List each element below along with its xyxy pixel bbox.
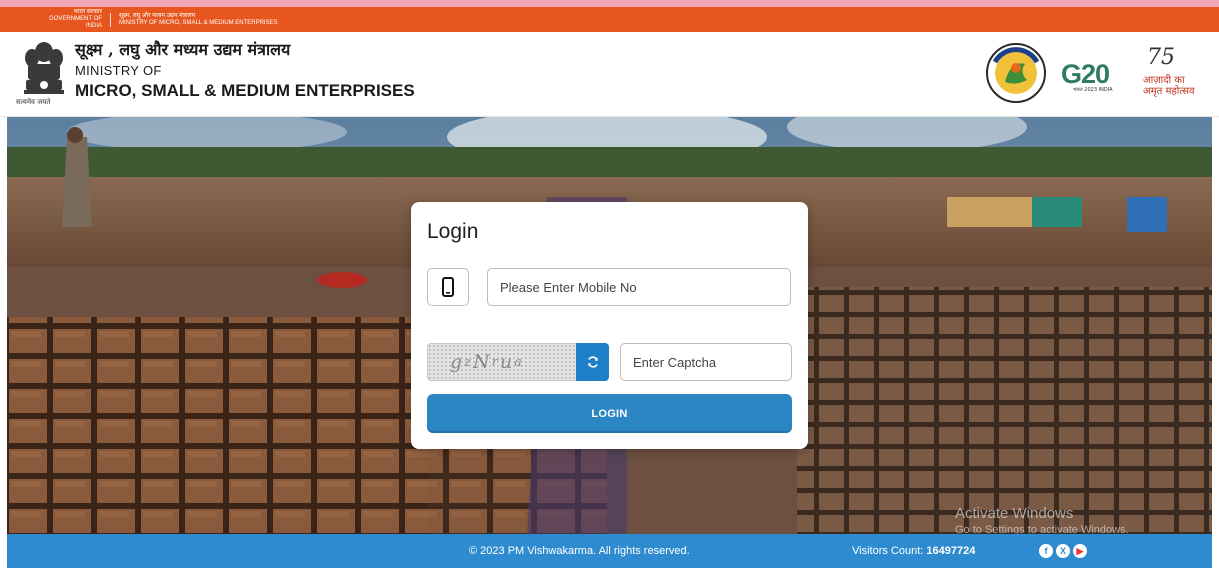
g20-logo-text: G20 <box>1061 59 1110 89</box>
azadi-ka-amrit-mahotsav-logo: 75 आज़ादी का अमृत महोत्सव <box>1137 45 1201 99</box>
emblem-caption: सत्यमेव जयते <box>16 98 51 106</box>
g20-logo-subtext: भारत 2023 INDIA <box>1073 87 1113 93</box>
gov-ministry: सूक्ष्म, लघु और मध्यम उद्यम मंत्रालय MIN… <box>119 13 278 27</box>
captcha-char: a <box>514 354 524 370</box>
gov-bar-divider <box>110 12 111 27</box>
refresh-captcha-button[interactable] <box>576 343 609 381</box>
ministry-title-hindi: सूक्ष्म , लघु और मध्यम उद्यम मंत्रालय <box>75 40 291 59</box>
phone-icon <box>442 277 454 297</box>
social-links: f X ▶ <box>1039 544 1087 558</box>
copyright-text: © 2023 PM Vishwakarma. All rights reserv… <box>469 545 690 557</box>
facebook-icon[interactable]: f <box>1039 544 1053 558</box>
login-card: Login gzNrua LOGIN <box>411 202 808 449</box>
captcha-input[interactable] <box>620 343 792 381</box>
youtube-icon[interactable]: ▶ <box>1073 544 1087 558</box>
gov-ministry-english: MINISTRY OF MICRO, SMALL & MEDIUM ENTERP… <box>119 19 278 26</box>
visitors-count-value: 16497724 <box>926 545 976 557</box>
gov-english-label: GOVERNMENT OF INDIA <box>49 16 102 29</box>
refresh-icon <box>587 356 598 368</box>
azadi-logo-text: आज़ादी का अमृत महोत्सव <box>1143 75 1195 97</box>
mobile-phone-icon <box>427 268 469 306</box>
watermark-title: Activate Windows <box>955 505 1074 522</box>
pm-vishwakarma-logo-icon <box>986 43 1046 103</box>
gov-ministry-hindi: सूक्ष्म, लघु और मध्यम उद्यम मंत्रालय <box>119 12 196 19</box>
gov-of-india: भारत सरकार GOVERNMENT OF INDIA <box>0 9 102 30</box>
site-footer: © 2023 PM Vishwakarma. All rights reserv… <box>7 534 1212 568</box>
mobile-number-input[interactable] <box>487 268 791 306</box>
azadi-logo-number: 75 <box>1147 45 1175 70</box>
login-title: Login <box>427 220 479 243</box>
login-button[interactable]: LOGIN <box>427 394 792 433</box>
activate-windows-watermark: Activate Windows Go to Settings to activ… <box>955 505 1129 536</box>
captcha-char: u <box>499 351 515 373</box>
ministry-of-label: MINISTRY OF <box>75 63 162 78</box>
captcha-char: z <box>464 354 474 370</box>
ministry-title-english: MICRO, SMALL & MEDIUM ENTERPRISES <box>75 81 415 100</box>
government-bar: भारत सरकार GOVERNMENT OF INDIA सूक्ष्म, … <box>0 7 1219 32</box>
top-decorative-strip <box>0 0 1219 7</box>
site-header: सत्यमेव जयते सूक्ष्म , लघु और मध्यम उद्य… <box>0 32 1219 117</box>
gov-hindi-label: भारत सरकार <box>73 9 102 15</box>
captcha-char: r <box>491 354 500 370</box>
header-logos: G20 भारत 2023 INDIA 75 आज़ादी का अमृत मह… <box>985 42 1201 104</box>
captcha-image: gzNrua <box>427 343 577 381</box>
captcha-char: g <box>450 351 465 373</box>
visitors-label: Visitors Count: <box>852 545 924 557</box>
captcha-char: N <box>473 351 492 373</box>
g20-logo: G20 भारत 2023 INDIA <box>1061 53 1123 93</box>
visitors-count: Visitors Count: 16497724 <box>852 545 975 557</box>
x-icon[interactable]: X <box>1056 544 1070 558</box>
